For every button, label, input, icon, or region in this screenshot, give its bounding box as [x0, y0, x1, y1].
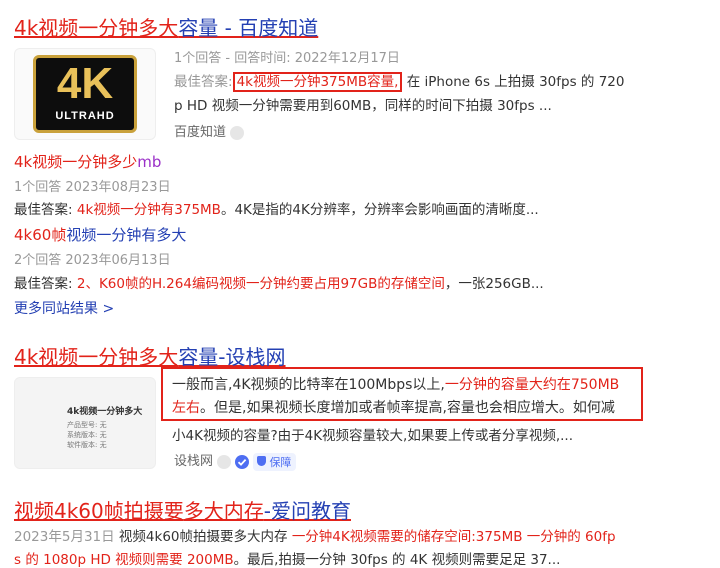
sub-result-1-snippet: 最佳答案: 4k视频一分钟有375MB。4K是指的4K分辨率，分辨率会影响画面的…: [14, 198, 539, 218]
sub-result-1-title[interactable]: 4k视频一分钟多少mb: [14, 151, 161, 172]
snippet-red: 一分钟的容量大约在750MB: [444, 377, 620, 393]
snippet-text: 一般而言,4K视频的比特率在100Mbps以上,: [172, 377, 445, 393]
best-answer-label: 最佳答案:: [174, 74, 233, 90]
thumb-line-3: 软件版本: 无: [67, 441, 107, 449]
more-site-results-link[interactable]: 更多同站结果 >: [14, 298, 114, 318]
snippet-red: 一分钟4K视频需要的储存空间:375MB 一分钟的 60fp: [291, 529, 616, 545]
snippet-text: 视频4k60帧拍摄要多大内存: [118, 529, 288, 545]
result-2-snippet-line3: 小4K视频的容量?由于4K视频容量较大,如果要上传或者分享视频,...: [172, 428, 574, 444]
best-answer-label: 最佳答案:: [14, 276, 73, 292]
thumb-line-1: 产品型号: 无: [67, 421, 107, 429]
highlighted-answer: 4k视频一分钟375MB容量,: [232, 72, 403, 92]
best-answer-red: 2、K60帧的H.264编码视频一分钟约要占用97GB的存储空间: [76, 276, 445, 292]
result-3-title[interactable]: 视频4k60帧拍摄要多大内存-爱问教育: [14, 495, 351, 524]
best-answer-rest: 。4K是指的4K分辨率，分辨率会影响画面的清晰度...: [220, 202, 539, 218]
result-2-title[interactable]: 4k视频一分钟多大容量-设栈网: [14, 341, 286, 370]
result-3-snippet-line2: s 的 1080p HD 视频则需要 200MB。最后,拍摄一分钟 30fps …: [14, 548, 560, 568]
title-highlight: 4k视频一分钟多大: [14, 16, 179, 40]
verified-check-icon: [235, 454, 250, 469]
sub-result-2-snippet: 最佳答案: 2、K60帧的H.264编码视频一分钟约要占用97GB的存储空间，一…: [14, 272, 544, 292]
title-part-b: 多大内存: [183, 499, 264, 523]
result-1-snippet-line2: p HD 视频一分钟需要用到60MB，同样的时间下拍摄 30fps ...: [174, 98, 552, 114]
result-3-date: 2023年5月31日: [14, 529, 115, 545]
result-2-thumbnail[interactable]: 4k视频一分钟多大 产品型号: 无 系统版本: 无 软件版本: 无: [14, 377, 156, 469]
snippet-rest: 在 iPhone 6s 上拍摄 30fps 的 720: [406, 74, 625, 90]
logo-4k-text: 4K: [56, 59, 114, 108]
snippet-text: 。最后,拍摄一分钟 30fps 的 4K 视频则需要足足 37...: [233, 552, 561, 568]
result-1-title[interactable]: 4k视频一分钟多大容量 - 百度知道: [14, 12, 318, 41]
best-answer-red: 4k视频一分钟有375MB: [76, 202, 221, 218]
result-1-meta: 1个回答 - 回答时间: 2022年12月17日: [174, 51, 400, 66]
title-highlight: 4k视频一分钟多大: [14, 345, 179, 369]
result-2-source[interactable]: 设栈网 保障: [174, 450, 297, 471]
title-a-text: 视频4k60帧拍摄要: [14, 499, 184, 523]
thumb-line-2: 系统版本: 无: [67, 431, 107, 439]
thumb-title: 4k视频一分钟多大: [67, 407, 143, 417]
result-1-thumbnail[interactable]: 4K ULTRAHD: [14, 48, 156, 140]
guarantee-badge[interactable]: 保障: [253, 452, 297, 471]
sub-title-blue: 视频一分钟有多大: [66, 226, 187, 244]
snippet-red: 左右: [172, 400, 200, 416]
result-2-snippet-line2: 左右。但是,如果视频长度增加或者帧率提高,容量也会相应增大。如何减: [172, 397, 615, 417]
title-rest: 容量 - 百度知道: [178, 16, 319, 40]
best-answer-rest: ，一张256GB...: [444, 276, 544, 292]
logo-ultrahd-text: ULTRAHD: [55, 110, 115, 122]
title-part-c: -爱问教育: [263, 499, 351, 523]
result-3-snippet-line1: 2023年5月31日 视频4k60帧拍摄要多大内存 一分钟4K视频需要的储存空间…: [14, 525, 616, 545]
4k-ultrahd-logo-icon: 4K ULTRAHD: [33, 55, 137, 133]
result-1-snippet-line1: 最佳答案: 4k视频一分钟375MB容量, 在 iPhone 6s 上拍摄 30f…: [174, 70, 625, 92]
sub-title-red: 4k视频一分钟多少: [14, 153, 138, 171]
best-answer-label: 最佳答案:: [14, 202, 73, 218]
sub-result-2-title[interactable]: 4k60帧视频一分钟有多大: [14, 224, 186, 245]
source-name: 设栈网: [174, 454, 214, 469]
badge-label: 保障: [269, 455, 292, 469]
source-info-icon[interactable]: [230, 125, 245, 140]
snippet-text: 。但是,如果视频长度增加或者帧率提高,容量也会相应增大。如何减: [200, 400, 615, 416]
source-name: 百度知道: [174, 125, 227, 140]
source-info-icon[interactable]: [217, 454, 232, 469]
sub-result-1-meta: 1个回答 2023年08月23日: [14, 180, 171, 195]
shield-icon: [257, 455, 267, 466]
result-2-snippet-line1: 一般而言,4K视频的比特率在100Mbps以上,一分钟的容量大约在750MB: [172, 374, 619, 394]
title-rest: 容量-设栈网: [178, 345, 286, 369]
snippet-red: s 的 1080p HD 视频则需要 200MB: [14, 552, 234, 568]
title-part-a: 视频4k60帧拍摄要: [14, 499, 184, 523]
result-1-source[interactable]: 百度知道: [174, 121, 245, 140]
sub-title-purple: mb: [137, 153, 162, 171]
sub-result-2-meta: 2个回答 2023年06月13日: [14, 253, 171, 268]
sub-title-red: 4k60帧: [14, 226, 67, 244]
